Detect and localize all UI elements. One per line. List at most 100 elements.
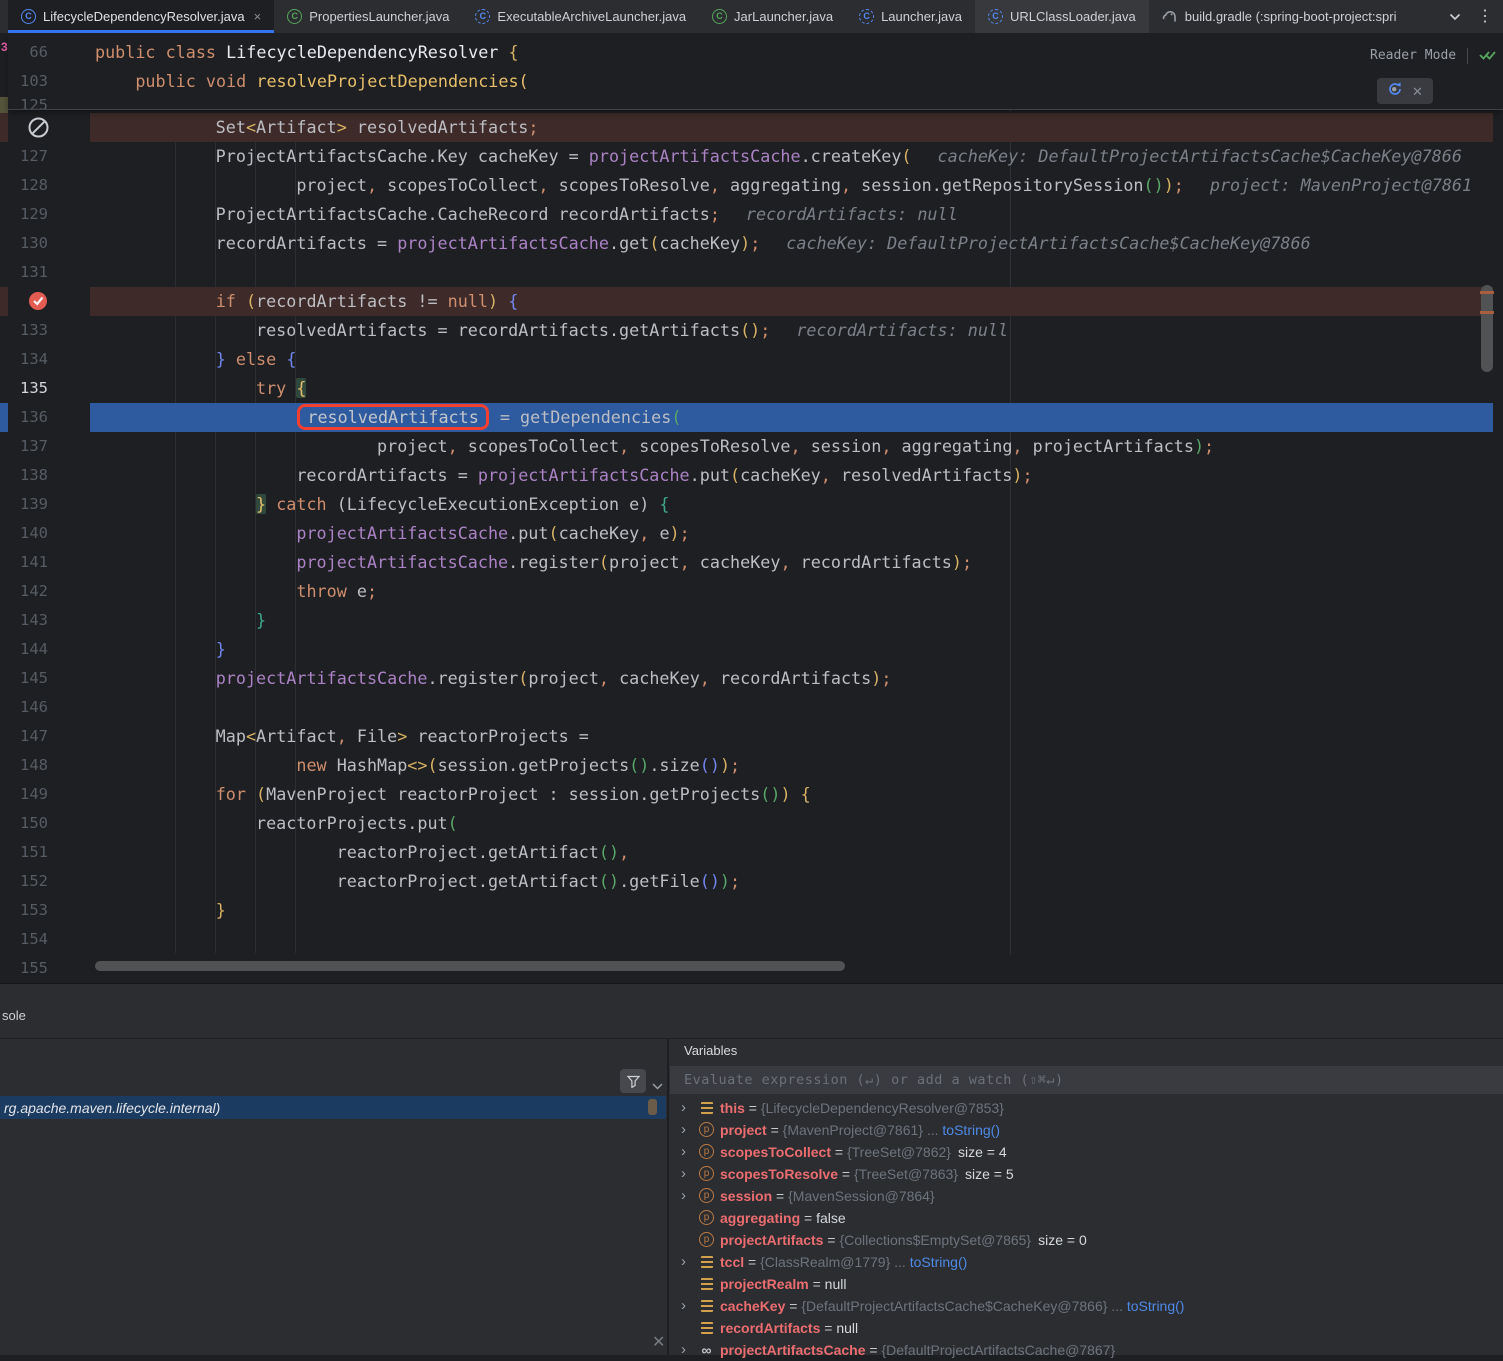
variable-name: tccl <box>720 1254 744 1270</box>
code-line-144[interactable]: } <box>90 635 1493 664</box>
tab-launcher-java[interactable]: CLauncher.java <box>846 0 975 33</box>
code-line-154[interactable] <box>90 925 1493 954</box>
variable-row-recordArtifacts[interactable]: recordArtifacts = null <box>670 1317 1503 1339</box>
tab-console-cut[interactable]: sole <box>2 1008 26 1023</box>
variable-text: this = {LifecycleDependencyResolver@7853… <box>720 1097 1004 1119</box>
close-icon[interactable]: ✕ <box>1412 77 1423 106</box>
error-stripe-mark[interactable] <box>1480 311 1494 314</box>
code-token: .put <box>690 465 730 485</box>
code-line-141[interactable]: projectArtifactsCache.register(project, … <box>90 548 1493 577</box>
code-token: HashMap <box>337 755 408 775</box>
code-line-147[interactable]: Map<Artifact, File> reactorProjects = <box>90 722 1493 751</box>
code-line-150[interactable]: reactorProjects.put( <box>90 809 1493 838</box>
tostring-link[interactable]: toString() <box>910 1254 968 1270</box>
chevron-down-icon[interactable] <box>1449 8 1461 26</box>
variable-text: tccl = {ClassRealm@1779} ... toString() <box>720 1251 967 1273</box>
code-line-143[interactable]: } <box>90 606 1493 635</box>
code-line-153[interactable]: } <box>90 896 1493 925</box>
code-line-134[interactable]: } else { <box>90 345 1493 374</box>
breakpoint-icon[interactable] <box>27 290 51 314</box>
tab-urlclassloader-java[interactable]: CURLClassLoader.java <box>975 0 1149 33</box>
expand-chevron-icon[interactable]: › <box>681 1163 693 1185</box>
variable-row-session[interactable]: ›psession = {MavenSession@7864} <box>670 1185 1503 1207</box>
reload-changed-classes-icon[interactable] <box>1387 77 1403 106</box>
tab-label: Launcher.java <box>881 9 962 24</box>
variable-row-aggregating[interactable]: paggregating = false <box>670 1207 1503 1229</box>
local-variable-icon <box>701 1278 713 1290</box>
expand-chevron-icon[interactable]: › <box>681 1185 693 1207</box>
code-line-128[interactable]: project, scopesToCollect, scopesToResolv… <box>90 171 1493 200</box>
code-line-145[interactable]: projectArtifactsCache.register(project, … <box>90 664 1493 693</box>
code-line-139[interactable]: } catch (LifecycleExecutionException e) … <box>90 490 1493 519</box>
code-line-140[interactable]: projectArtifactsCache.put(cacheKey, e); <box>90 519 1493 548</box>
code-line-151[interactable]: reactorProject.getArtifact(), <box>90 838 1493 867</box>
sticky-line-103[interactable]: 103 public void resolveProjectDependenci… <box>8 67 1503 96</box>
expand-chevron-icon[interactable]: › <box>681 1097 693 1119</box>
equals-sign: = <box>866 1342 882 1358</box>
tab-propertieslauncher-java[interactable]: CPropertiesLauncher.java <box>274 0 462 33</box>
code-line-132[interactable]: if (recordArtifacts != null) { <box>90 287 1493 316</box>
tab-executablearchivelauncher-java[interactable]: CExecutableArchiveLauncher.java <box>462 0 699 33</box>
kebab-menu-icon[interactable]: ⋮ <box>1477 9 1493 25</box>
close-icon[interactable]: × <box>254 9 262 24</box>
code-token: ( <box>518 668 528 688</box>
ellipsis: ... <box>890 1254 909 1270</box>
code-line-136[interactable]: resolvedArtifacts = getDependencies( <box>90 403 1493 432</box>
sticky-lines-panel[interactable]: 66public class LifecycleDependencyResolv… <box>8 33 1503 110</box>
code-line-138[interactable]: recordArtifacts = projectArtifactsCache.… <box>90 461 1493 490</box>
code-line-142[interactable]: throw e; <box>90 577 1493 606</box>
vertical-scrollbar[interactable] <box>1481 285 1493 372</box>
chevron-down-icon[interactable] <box>652 1077 663 1095</box>
evaluate-expression-input[interactable]: Evaluate expression (↵) or add a watch (… <box>670 1066 1503 1094</box>
expand-chevron-icon[interactable]: › <box>681 1295 693 1317</box>
tab-build-gradle-spring-boot-project-spri[interactable]: build.gradle (:spring-boot-project:spri <box>1149 0 1410 33</box>
close-icon[interactable]: ✕ <box>652 1332 665 1352</box>
code-line-127[interactable]: ProjectArtifactsCache.Key cacheKey = pro… <box>90 142 1493 171</box>
code-text: resolvedArtifacts = recordArtifacts.getA… <box>135 316 1008 345</box>
code-line-135[interactable]: try { <box>90 374 1493 403</box>
variable-row-project[interactable]: ›pproject = {MavenProject@7861} ... toSt… <box>670 1119 1503 1141</box>
code-token: , <box>448 436 458 456</box>
code-line-131[interactable] <box>90 258 1493 287</box>
tostring-link[interactable]: toString() <box>942 1122 1000 1138</box>
code-editor[interactable]: Set<Artifact> resolvedArtifacts; Project… <box>0 33 1503 983</box>
code-token: .register <box>427 668 518 688</box>
filter-threads-button[interactable] <box>620 1069 646 1093</box>
tab-jarlauncher-java[interactable]: CJarLauncher.java <box>699 0 846 33</box>
tab-lifecycledependencyresolver-java[interactable]: CLifecycleDependencyResolver.java× <box>8 0 274 33</box>
frames-scrollbar[interactable] <box>648 1099 657 1115</box>
tostring-link[interactable]: toString() <box>1127 1298 1185 1314</box>
error-stripe-mark[interactable] <box>1480 291 1494 294</box>
expand-chevron-icon[interactable]: › <box>681 1119 693 1141</box>
expand-chevron-icon[interactable]: › <box>681 1339 693 1361</box>
code-line-148[interactable]: new HashMap<>(session.getProjects().size… <box>90 751 1493 780</box>
code-token: resolveProjectDependencies( <box>256 71 528 91</box>
code-text: recordArtifacts = projectArtifactsCache.… <box>135 461 1033 490</box>
code-line-126[interactable]: Set<Artifact> resolvedArtifacts; <box>90 113 1493 142</box>
code-token: scopesToCollect <box>377 175 538 195</box>
variable-row-projectArtifactsCache[interactable]: ›∞projectArtifactsCache = {DefaultProjec… <box>670 1339 1503 1361</box>
code-line-149[interactable]: for (MavenProject reactorProject : sessi… <box>90 780 1493 809</box>
code-line-129[interactable]: ProjectArtifactsCache.CacheRecord record… <box>90 200 1493 229</box>
horizontal-scrollbar[interactable] <box>95 961 845 971</box>
stack-frame-row[interactable]: rg.apache.maven.lifecycle.internal) <box>0 1096 666 1119</box>
variable-row-projectRealm[interactable]: projectRealm = null <box>670 1273 1503 1295</box>
variable-row-this[interactable]: › this = {LifecycleDependencyResolver@785… <box>670 1097 1503 1119</box>
variable-row-projectArtifacts[interactable]: pprojectArtifacts = {Collections$EmptySe… <box>670 1229 1503 1251</box>
code-line-133[interactable]: resolvedArtifacts = recordArtifacts.getA… <box>90 316 1493 345</box>
code-line-152[interactable]: reactorProject.getArtifact().getFile()); <box>90 867 1493 896</box>
code-line-146[interactable] <box>90 693 1493 722</box>
expand-chevron-icon[interactable]: › <box>681 1251 693 1273</box>
muted-breakpoint-icon[interactable] <box>27 116 51 140</box>
inspections-ok-icon[interactable] <box>1479 41 1496 70</box>
reader-mode-button[interactable]: Reader Mode <box>1370 41 1456 70</box>
variable-row-tccl[interactable]: › tccl = {ClassRealm@1779} ... toString() <box>670 1251 1503 1273</box>
code-token: ; <box>680 523 690 543</box>
variable-row-scopesToCollect[interactable]: ›pscopesToCollect = {TreeSet@7862}size =… <box>670 1141 1503 1163</box>
code-line-130[interactable]: recordArtifacts = projectArtifactsCache.… <box>90 229 1493 258</box>
variable-row-cacheKey[interactable]: ›cacheKey = {DefaultProjectArtifactsCach… <box>670 1295 1503 1317</box>
variable-row-scopesToResolve[interactable]: ›pscopesToResolve = {TreeSet@7863}size =… <box>670 1163 1503 1185</box>
sticky-line-66[interactable]: 66public class LifecycleDependencyResolv… <box>8 38 1503 67</box>
code-line-137[interactable]: project, scopesToCollect, scopesToResolv… <box>90 432 1493 461</box>
expand-chevron-icon[interactable]: › <box>681 1141 693 1163</box>
